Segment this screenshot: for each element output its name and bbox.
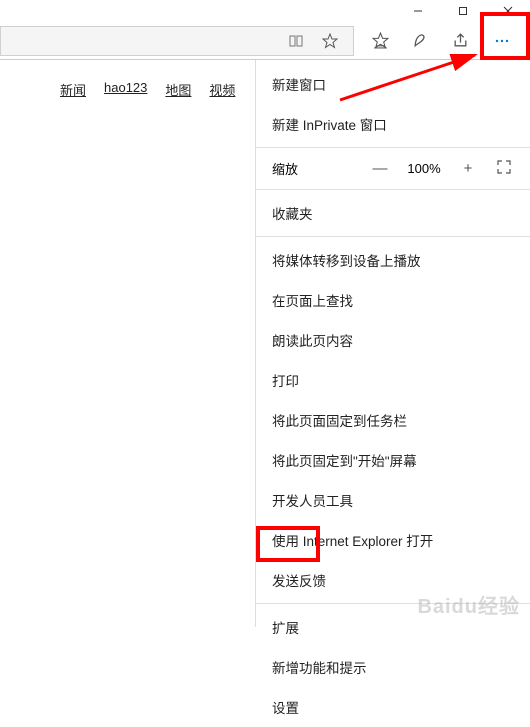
settings-menu: 新建窗口 新建 InPrivate 窗口 缩放 — 100% + 收藏夹 将媒体… [255,60,530,627]
zoom-value: 100% [402,161,446,176]
zoom-out-button[interactable]: — [366,160,394,177]
menu-new-inprivate[interactable]: 新建 InPrivate 窗口 [256,104,530,144]
link-video[interactable]: 视频 [209,80,235,99]
menu-pin-taskbar[interactable]: 将此页面固定到任务栏 [256,400,530,440]
menu-find[interactable]: 在页面上查找 [256,280,530,320]
zoom-label: 缩放 [272,159,358,178]
menu-open-ie[interactable]: 使用 Internet Explorer 打开 [256,520,530,560]
link-news[interactable]: 新闻 [60,80,86,99]
menu-separator [256,236,530,237]
menu-read-aloud[interactable]: 朗读此页内容 [256,320,530,360]
toolbar-actions [360,23,524,59]
minimize-button[interactable] [395,0,440,22]
zoom-in-button[interactable]: + [454,160,482,177]
window-titlebar [0,0,530,22]
address-bar[interactable] [0,26,354,56]
link-map[interactable]: 地图 [165,80,191,99]
notes-icon[interactable] [400,23,440,59]
maximize-button[interactable] [440,0,485,22]
reading-view-icon[interactable] [279,26,313,56]
menu-print[interactable]: 打印 [256,360,530,400]
menu-zoom-row: 缩放 — 100% + [256,151,530,186]
menu-settings[interactable]: 设置 [256,687,530,727]
menu-dev-tools[interactable]: 开发人员工具 [256,480,530,520]
browser-toolbar [0,22,530,60]
favorite-star-icon[interactable] [313,26,347,56]
menu-cast[interactable]: 将媒体转移到设备上播放 [256,240,530,280]
close-button[interactable] [485,0,530,22]
menu-favorites[interactable]: 收藏夹 [256,193,530,233]
link-hao123[interactable]: hao123 [104,80,147,99]
menu-separator [256,147,530,148]
fullscreen-button[interactable] [490,160,518,178]
watermark: Baidu经验 [417,590,520,619]
favorites-hub-icon[interactable] [360,23,400,59]
more-menu-button[interactable] [480,23,524,59]
share-icon[interactable] [440,23,480,59]
menu-pin-start[interactable]: 将此页固定到"开始"屏幕 [256,440,530,480]
menu-separator [256,189,530,190]
menu-new-window[interactable]: 新建窗口 [256,64,530,104]
menu-whats-new[interactable]: 新增功能和提示 [256,647,530,687]
